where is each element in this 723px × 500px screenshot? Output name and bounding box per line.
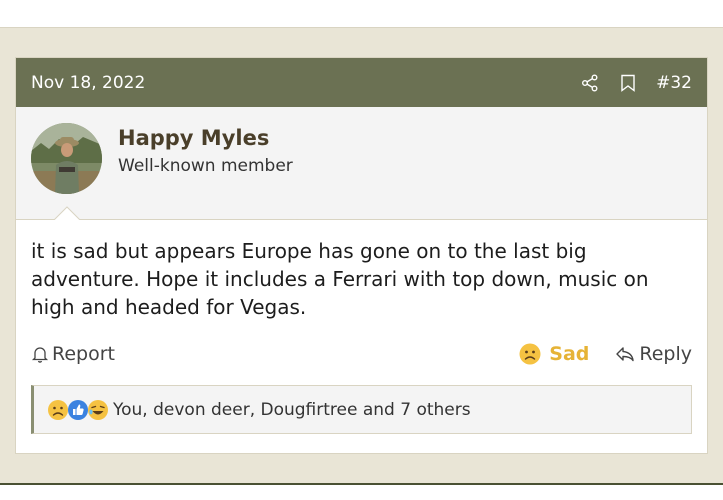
forum-post: Nov 18, 2022 #32 Happy Myles Well-known … — [15, 57, 708, 454]
avatar[interactable] — [31, 123, 102, 194]
bookmark-icon[interactable] — [618, 73, 638, 93]
sad-reaction-button[interactable]: Sad — [519, 343, 589, 365]
laugh-emoji-icon — [88, 399, 108, 420]
user-info: Happy Myles Well-known member — [118, 123, 293, 219]
post-header: Nov 18, 2022 #32 — [16, 58, 707, 107]
bell-icon — [31, 347, 49, 363]
username-link[interactable]: Happy Myles — [118, 126, 293, 150]
message-arrow — [54, 206, 80, 220]
reply-button[interactable]: Reply — [615, 343, 692, 365]
report-label: Report — [52, 343, 115, 365]
previous-post-card — [0, 0, 723, 28]
reaction-icons — [47, 399, 108, 421]
reactions-bar[interactable]: You, devon deer, Dougfirtree and 7 other… — [31, 385, 692, 434]
post-message: it is sad but appears Europe has gone on… — [31, 239, 649, 319]
sad-emoji-icon — [48, 399, 68, 420]
reaction-label: Sad — [549, 343, 590, 365]
post-actions: Report Sad Reply — [16, 321, 707, 365]
next-post-card — [0, 483, 723, 500]
report-button[interactable]: Report — [31, 343, 519, 365]
share-icon[interactable] — [580, 73, 600, 93]
post-date[interactable]: Nov 18, 2022 — [31, 73, 562, 93]
post-number-link[interactable]: #32 — [656, 73, 692, 93]
reply-label: Reply — [639, 343, 692, 365]
sad-face-icon — [519, 343, 541, 365]
user-block: Happy Myles Well-known member — [16, 107, 707, 220]
reactions-summary[interactable]: You, devon deer, Dougfirtree and 7 other… — [113, 400, 471, 420]
user-title: Well-known member — [118, 156, 293, 176]
like-icon — [68, 399, 88, 420]
reply-arrow-icon — [616, 347, 635, 362]
